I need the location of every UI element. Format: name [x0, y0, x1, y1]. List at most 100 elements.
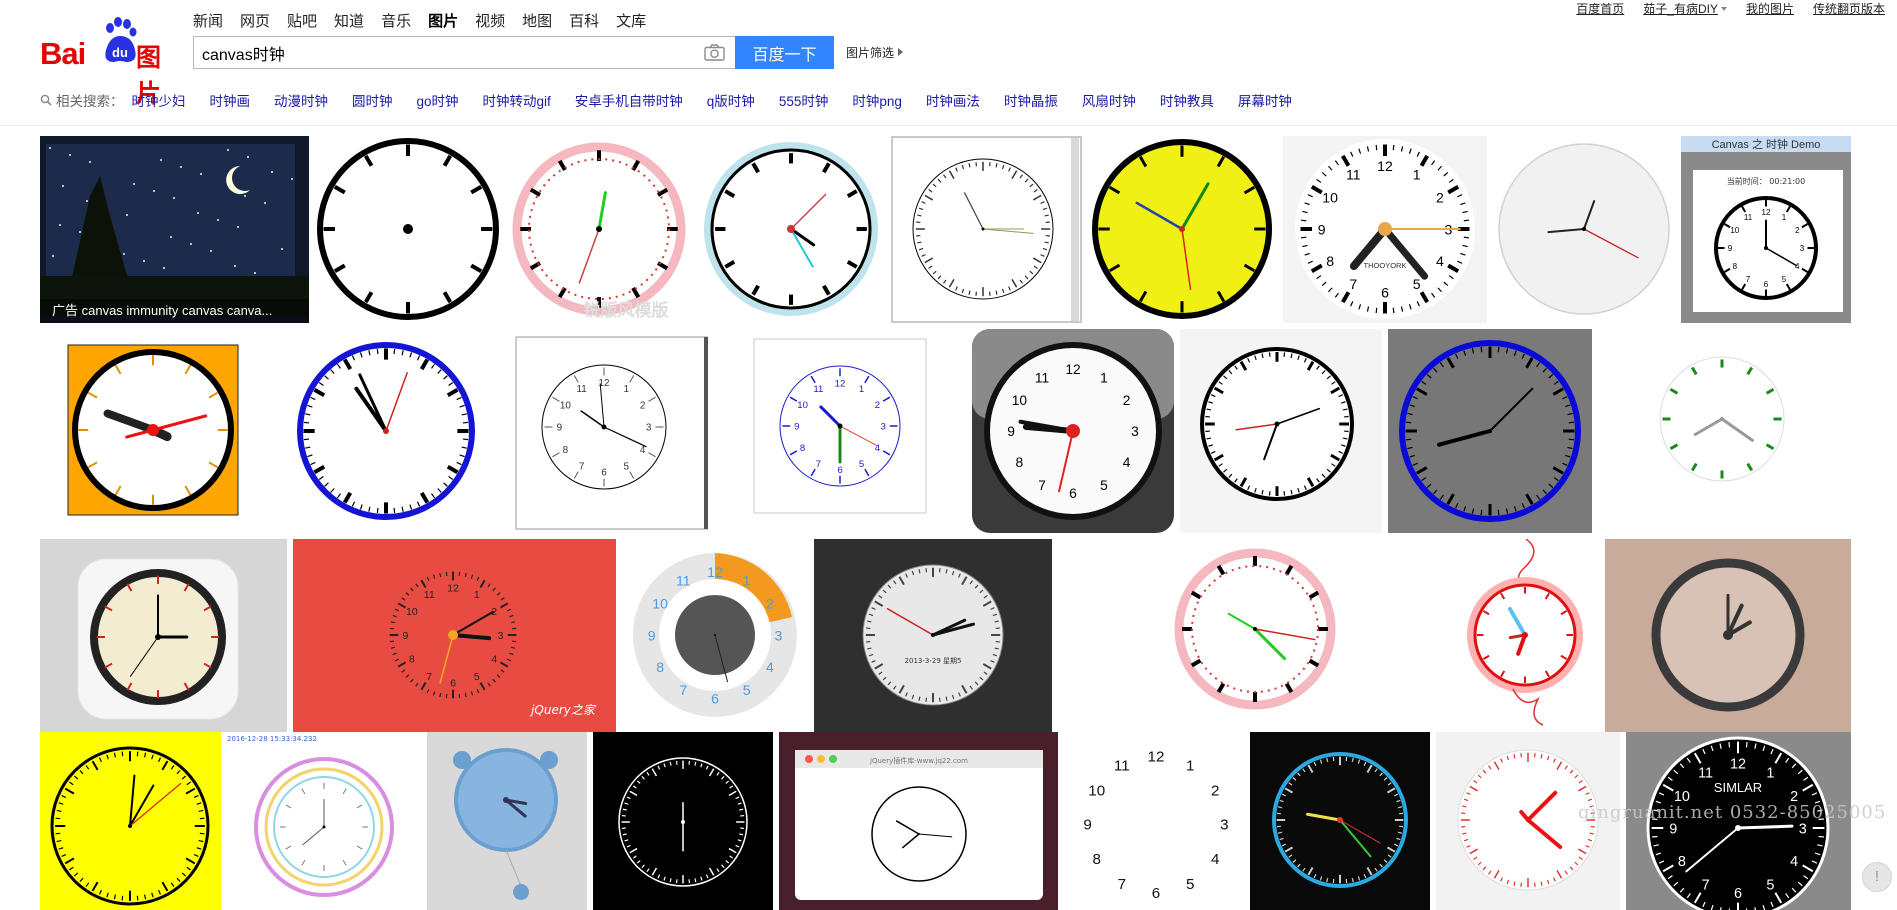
related-search-link[interactable]: go时钟 — [417, 90, 459, 110]
related-search-link[interactable]: 时钟晶振 — [1004, 90, 1058, 110]
caret-down-icon — [1720, 7, 1727, 11]
svg-text:3: 3 — [1799, 821, 1807, 837]
nav-item[interactable]: 百科 — [569, 10, 599, 31]
svg-text:3: 3 — [1800, 244, 1805, 253]
nav-item[interactable]: 新闻 — [193, 10, 223, 31]
image-result[interactable] — [1250, 732, 1430, 910]
image-result[interactable]: 1 2 3 4 5 6 7 8 9 10 11 12 — [1064, 732, 1248, 910]
image-result[interactable] — [891, 136, 1082, 323]
svg-text:8: 8 — [1678, 854, 1686, 870]
image-result[interactable]: 锐版风模版 — [508, 136, 691, 323]
svg-text:11: 11 — [1035, 371, 1049, 386]
camera-icon[interactable] — [704, 44, 725, 61]
related-search-link[interactable]: 时钟画法 — [926, 90, 980, 110]
image-result[interactable] — [271, 329, 500, 533]
related-search-link[interactable]: 时钟少妇 — [132, 90, 186, 110]
related-search-link[interactable]: q版时钟 — [707, 90, 755, 110]
image-result[interactable] — [1058, 539, 1447, 720]
related-search-link[interactable]: 时钟画 — [210, 90, 251, 110]
nav-item[interactable]: 音乐 — [381, 10, 411, 31]
image-result[interactable] — [1180, 329, 1382, 533]
clock-thumbnail: 123456789101112 — [753, 338, 927, 514]
nav-item[interactable]: 贴吧 — [287, 10, 317, 31]
clock-thumbnail: 123456789101112 — [1064, 732, 1248, 910]
image-filter-link[interactable]: 图片筛选 — [846, 44, 904, 61]
image-result[interactable] — [1598, 329, 1846, 533]
image-result[interactable] — [593, 732, 773, 910]
image-result[interactable]: 1 2 3 4 5 6 7 8 9 10 11 12 — [622, 539, 808, 732]
nav-item[interactable]: 知道 — [334, 10, 364, 31]
image-result[interactable] — [40, 329, 265, 533]
image-result[interactable]: 1 2 3 4 5 6 7 8 9 10 11 12 — [714, 329, 966, 533]
search-button[interactable]: 百度一下 — [735, 36, 834, 69]
svg-text:8: 8 — [1326, 253, 1334, 269]
clock-thumbnail — [77, 558, 239, 720]
header: Bai du 图片 新闻网页贴吧知道音乐图片视频地图百科文库 百度一下 图片筛选… — [0, 0, 1897, 126]
image-result[interactable] — [427, 732, 587, 910]
related-search-link[interactable]: 555时钟 — [779, 90, 829, 110]
svg-text:4: 4 — [766, 659, 774, 675]
svg-text:1: 1 — [743, 572, 751, 588]
image-result[interactable] — [1088, 136, 1277, 323]
image-result[interactable]: 123456789101112THOOYORK — [1283, 136, 1487, 323]
image-result[interactable] — [40, 732, 221, 910]
paw-icon: du — [105, 17, 137, 62]
image-result[interactable]: Canvas 之 时钟 Demo 当前时间： 00:21:00 1 2 3 4 5 6 7 8 9 1… — [1681, 136, 1851, 323]
image-results-grid: 广告 canvas immunity canvas canva... 锐版风模版 1… — [0, 126, 1897, 910]
svg-text:5: 5 — [1413, 276, 1421, 292]
nav-item[interactable]: 网页 — [240, 10, 270, 31]
nav-item[interactable]: 视频 — [475, 10, 505, 31]
svg-text:11: 11 — [577, 384, 588, 395]
image-result[interactable] — [697, 136, 885, 323]
my-images-link[interactable]: 我的图片 — [1746, 0, 1794, 17]
classic-paging-link[interactable]: 传统翻页版本 — [1813, 0, 1885, 17]
image-result[interactable]: 1 2 3 4 5 6 7 8 9 10 11 12 — [506, 329, 708, 533]
svg-text:3: 3 — [774, 627, 782, 643]
svg-text:1: 1 — [1186, 757, 1194, 774]
ad-caption: 广告 canvas immunity canvas canva... — [40, 299, 309, 323]
image-result[interactable] — [1605, 539, 1851, 732]
related-searches: 相关搜索： 时钟少妇 时钟画 动漫时钟 圆时钟 go时钟 时钟转动gif 安卓手机自带时钟 q… — [40, 90, 1316, 110]
svg-text:3: 3 — [881, 422, 886, 433]
baidu-home-link[interactable]: 百度首页 — [1576, 0, 1624, 17]
svg-text:11: 11 — [813, 384, 823, 395]
svg-text:9: 9 — [1728, 244, 1733, 253]
related-search-link[interactable]: 时钟png — [852, 90, 902, 110]
image-result[interactable]: 1 2 3 4 5 6 7 8 9 10 11 12 — [972, 329, 1174, 533]
svg-text:12: 12 — [1148, 748, 1165, 765]
nav-item[interactable]: 图片 — [428, 10, 458, 31]
image-result[interactable]: 2016-12-28 15:33:34.232 — [227, 732, 421, 910]
svg-text:1: 1 — [859, 384, 864, 395]
image-result[interactable] — [1388, 329, 1592, 533]
svg-text:7: 7 — [1746, 275, 1751, 284]
svg-text:2: 2 — [766, 596, 774, 612]
related-search-link[interactable]: 安卓手机自带时钟 — [575, 90, 683, 110]
related-search-link[interactable]: 圆时钟 — [352, 90, 393, 110]
nav-item[interactable]: 文库 — [616, 10, 646, 31]
svg-text:11: 11 — [1698, 765, 1713, 781]
image-result[interactable] — [1453, 539, 1599, 732]
tile-text: jQuery之家 — [529, 703, 597, 717]
ad-image-result[interactable]: 广告 canvas immunity canvas canva... — [40, 136, 309, 323]
search-box — [193, 36, 735, 69]
image-result[interactable] — [315, 136, 502, 323]
image-result[interactable]: 1 2 3 4 5 6 7 8 9 10 11 12 jQuery之家 — [293, 539, 616, 732]
baidu-images-logo[interactable]: Bai du 图片 — [40, 16, 180, 108]
svg-text:9: 9 — [557, 423, 563, 434]
user-menu[interactable]: 茹子_有病DIY — [1643, 0, 1727, 17]
related-search-link[interactable]: 时钟转动gif — [483, 90, 551, 110]
search-input[interactable] — [194, 37, 735, 68]
image-result[interactable] — [40, 539, 287, 732]
related-search-link[interactable]: 动漫时钟 — [274, 90, 328, 110]
image-result[interactable] — [1493, 136, 1675, 323]
clock-thumbnail — [1272, 752, 1408, 888]
related-search-link[interactable]: 风扇时钟 — [1082, 90, 1136, 110]
feedback-button[interactable]: ! — [1862, 862, 1892, 892]
related-search-link[interactable]: 屏幕时钟 — [1238, 90, 1292, 110]
image-result[interactable]: jQuery插件库-www.jq22.com — [779, 732, 1058, 910]
image-result[interactable]: 2013-3-29 星期5 — [814, 539, 1052, 732]
svg-text:6: 6 — [1764, 280, 1769, 289]
related-search-link[interactable]: 时钟教具 — [1160, 90, 1214, 110]
svg-text:5: 5 — [624, 461, 630, 472]
nav-item[interactable]: 地图 — [522, 10, 552, 31]
